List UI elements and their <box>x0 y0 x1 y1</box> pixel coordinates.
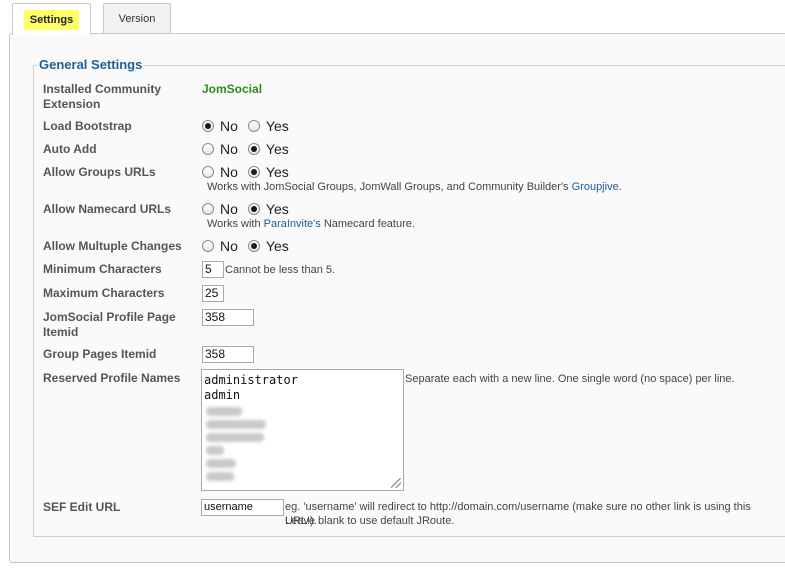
reserved-name-line: admin <box>204 388 241 402</box>
allow-groups-urls-no-label[interactable]: No <box>220 164 238 180</box>
allow-multiple-changes-yes-radio[interactable] <box>247 240 260 252</box>
allow-namecard-urls-label: Allow Namecard URLs <box>43 202 172 216</box>
redacted-line <box>206 407 242 416</box>
auto-add-yes-radio[interactable] <box>247 143 260 155</box>
allow-namecard-urls-no-radio[interactable] <box>202 203 214 215</box>
groups-note-suffix: . <box>618 181 622 193</box>
jomsocial-profile-itemid-label: JomSocial Profile Page Itemid <box>43 310 176 339</box>
allow-groups-urls-yes-label[interactable]: Yes <box>266 164 289 180</box>
namecard-note-prefix: Works with <box>207 218 264 230</box>
auto-add-yes-label[interactable]: Yes <box>266 141 289 157</box>
tab-settings[interactable]: Settings <box>12 3 91 35</box>
installed-extension-label: Installed Community Extension <box>43 82 162 111</box>
tab-version[interactable]: Version <box>103 3 171 34</box>
allow-multiple-changes-label: Allow Multuple Changes <box>43 239 182 253</box>
redacted-line <box>206 420 266 429</box>
auto-add-label: Auto Add <box>43 142 97 156</box>
minimum-characters-note: Cannot be less than 5. <box>225 264 336 276</box>
section-legend: General Settings <box>37 57 145 72</box>
sef-edit-url-label: SEF Edit URL <box>43 500 121 514</box>
load-bootstrap-label: Load Bootstrap <box>43 119 132 133</box>
resize-grip-icon[interactable] <box>391 478 401 488</box>
allow-groups-urls-no-radio[interactable] <box>202 166 214 178</box>
maximum-characters-label: Maximum Characters <box>43 286 165 300</box>
sef-edit-url-input[interactable]: username <box>201 499 284 516</box>
allow-groups-urls-yes-radio[interactable] <box>247 166 260 178</box>
allow-multiple-changes-radio-group: No Yes <box>202 238 299 254</box>
installed-extension-value: JomSocial <box>202 82 263 96</box>
namecard-note-suffix: Namecard feature. <box>320 218 415 230</box>
reserved-profile-names-note: Separate each with a new line. One singl… <box>405 373 735 385</box>
redacted-line <box>206 459 236 468</box>
auto-add-no-label[interactable]: No <box>220 141 238 157</box>
minimum-characters-label: Minimum Characters <box>43 262 162 276</box>
jomsocial-profile-itemid-input[interactable]: 358 <box>202 309 254 326</box>
minimum-characters-input[interactable]: 5 <box>202 261 224 278</box>
redacted-line <box>206 433 264 442</box>
auto-add-no-radio[interactable] <box>202 143 214 155</box>
general-settings-fieldset <box>33 65 785 537</box>
groupjive-link[interactable]: Groupjive <box>572 181 619 193</box>
maximum-characters-input[interactable]: 25 <box>202 285 224 302</box>
reserved-profile-names-textarea[interactable]: administrator admin <box>201 369 404 491</box>
redacted-line <box>206 446 224 455</box>
reserved-profile-names-label: Reserved Profile Names <box>43 371 181 385</box>
load-bootstrap-radio-group: No Yes <box>202 118 299 134</box>
load-bootstrap-no-radio[interactable] <box>202 120 214 132</box>
redacted-line <box>206 472 234 481</box>
allow-multiple-changes-yes-label[interactable]: Yes <box>266 238 289 254</box>
auto-add-radio-group: No Yes <box>202 141 299 157</box>
sef-edit-url-note-line2: Leave blank to use default JRoute. <box>285 515 455 527</box>
groups-note-prefix: Works with JomSocial Groups, JomWall Gro… <box>207 181 572 193</box>
allow-groups-urls-label: Allow Groups URLs <box>43 165 156 179</box>
reserved-name-line: administrator <box>204 373 298 387</box>
load-bootstrap-yes-label[interactable]: Yes <box>266 118 289 134</box>
allow-namecard-urls-radio-group: No Yes <box>202 201 299 217</box>
allow-namecard-urls-yes-label[interactable]: Yes <box>266 201 289 217</box>
allow-multiple-changes-no-label[interactable]: No <box>220 238 238 254</box>
tab-settings-label: Settings <box>23 9 80 30</box>
allow-namecard-urls-no-label[interactable]: No <box>220 201 238 217</box>
allow-multiple-changes-no-radio[interactable] <box>202 240 214 252</box>
group-pages-itemid-label: Group Pages Itemid <box>43 347 157 361</box>
tab-version-label: Version <box>118 13 156 25</box>
group-pages-itemid-input[interactable]: 358 <box>202 346 254 363</box>
load-bootstrap-no-label[interactable]: No <box>220 118 238 134</box>
allow-groups-urls-radio-group: No Yes <box>202 164 299 180</box>
allow-namecard-urls-note: Works with ParaInvite's Namecard feature… <box>207 217 415 231</box>
allow-namecard-urls-yes-radio[interactable] <box>247 203 260 215</box>
parainvite-link[interactable]: ParaInvite's <box>264 218 321 230</box>
load-bootstrap-yes-radio[interactable] <box>247 120 260 132</box>
allow-groups-urls-note: Works with JomSocial Groups, JomWall Gro… <box>207 180 622 194</box>
